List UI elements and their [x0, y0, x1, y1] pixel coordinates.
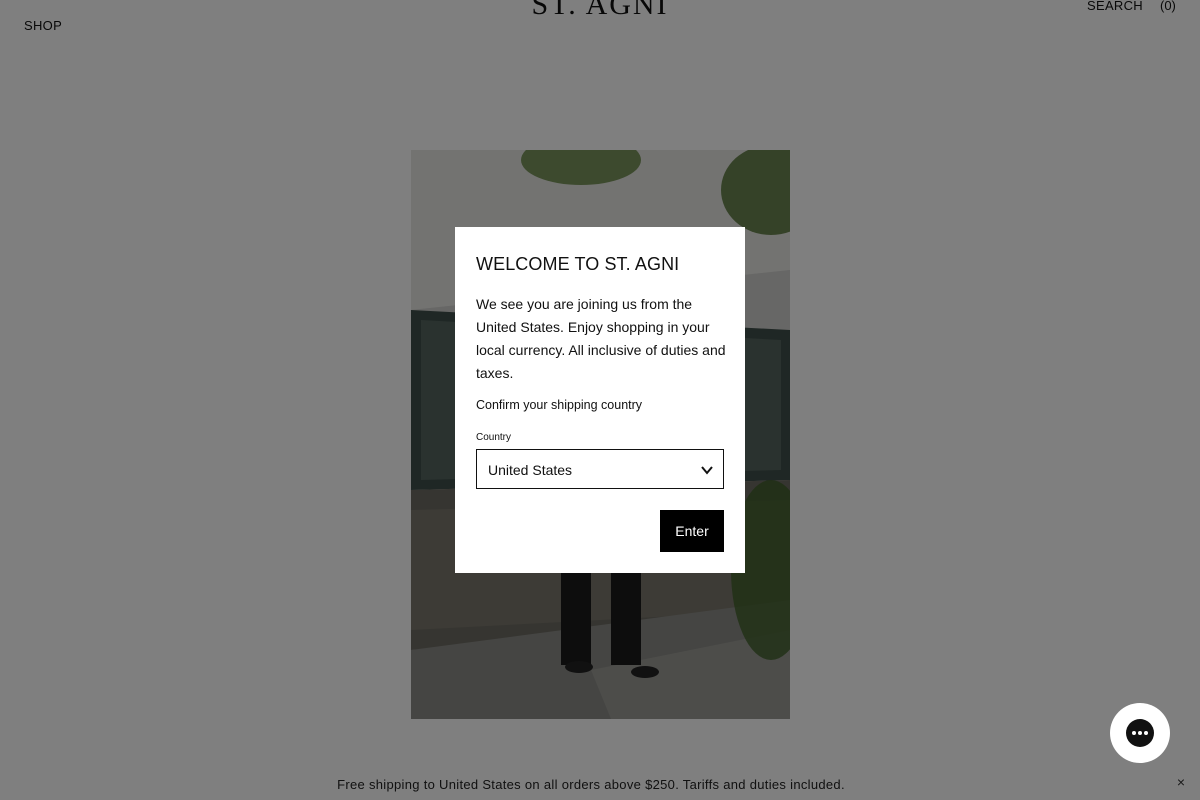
enter-button[interactable]: Enter	[660, 510, 724, 552]
chevron-down-icon	[701, 466, 713, 475]
country-label: Country	[476, 432, 512, 443]
confirm-country-text: Confirm your shipping country	[476, 398, 643, 412]
welcome-modal: WELCOME TO ST. AGNI We see you are joini…	[455, 227, 745, 573]
chat-bubble-icon	[1126, 719, 1154, 747]
chat-launcher-button[interactable]	[1110, 703, 1170, 763]
country-select[interactable]: United States	[476, 449, 724, 489]
modal-body-text: We see you are joining us from the Unite…	[476, 296, 726, 381]
modal-title: WELCOME TO ST. AGNI	[476, 254, 680, 274]
country-select-value: United States	[488, 462, 573, 478]
